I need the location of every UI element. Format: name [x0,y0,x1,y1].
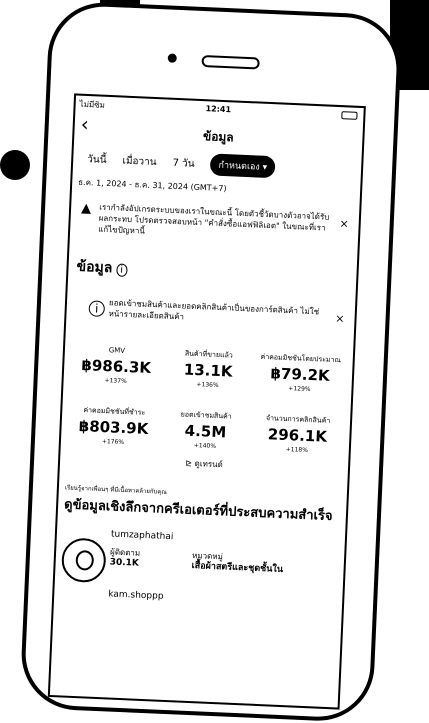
tab-custom[interactable]: กำหนดเอง ▾ [210,153,276,179]
creator-name: tumzaphathai [110,529,174,543]
metric-paid-commission[interactable]: ค่าคอมมิชชันที่ชำระ ฿803.9K +176% [67,396,161,447]
creator-next-name[interactable]: kam.shoppp [108,589,342,609]
metric-change: +137% [104,377,127,385]
metric-label: ค่าคอมมิชชันที่ชำระ [83,406,146,417]
info-banner: i ยอดเข้าชมสินค้าและยอดคลิกสินค้าเป็นของ… [74,296,347,330]
metric-value: 13.1K [183,360,233,381]
avatar [60,537,107,584]
warning-text: เรากำลังอัปเกรดระบบของเราในขณะนี้ โดยตัว… [98,202,330,236]
metric-label: ค่าคอมมิชชันโดยประมาณ [260,352,342,365]
close-icon[interactable]: × [339,217,349,230]
metric-product-views[interactable]: ยอดเข้าชมสินค้า 4.5M +140% [159,401,253,452]
battery-icon [341,111,358,120]
metric-value: 4.5M [184,421,227,442]
view-trend-link[interactable]: ⊵ ดูเทรนด์ [60,451,348,477]
metric-gmv[interactable]: GMV ฿986.3K +137% [70,336,164,387]
metric-est-commission[interactable]: ค่าคอมมิชชันโดยประมาณ ฿79.2K +129% [253,344,347,395]
trend-chart-icon: ⊵ [185,458,193,468]
info-circle-icon: i [88,300,106,317]
carrier-label: ไม่มีซิม [79,99,106,110]
phone-body: ไม่มีซิม 12:41 ‹ ข้อมูล วันนี้ เมื่อวาน … [19,0,403,723]
tab-today[interactable]: วันนี้ [87,152,107,168]
creator-card[interactable]: tumzaphathai ผู้ติดตาม 30.1K หมวดหมู่ เส… [60,527,345,591]
metric-change: +136% [196,381,219,390]
warning-icon: ▲ [80,200,92,217]
clock: 12:41 [205,104,232,115]
avatar-face-icon [75,549,95,571]
info-text: ยอดเข้าชมสินค้าและยอดคลิกสินค้าเป็นของกา… [108,298,320,322]
warning-banner: ▲ เรากำลังอัปเกรดระบบของเราในขณะนี้ โดยต… [78,201,351,246]
info-icon[interactable]: i [115,263,128,277]
metric-change: +140% [193,441,217,450]
tab-7-days[interactable]: 7 วัน [172,155,195,171]
category-stat: หมวดหมู่ เสื้อผ้าสตรีและชุดชั้นใน [191,551,283,575]
metric-label: GMV [108,346,126,355]
metric-change: +118% [285,446,309,454]
metric-label: สินค้าที่ขายแล้ว [184,349,233,360]
tab-yesterday[interactable]: เมื่อวาน [122,153,157,169]
followers-stat: ผู้ติดตาม 30.1K [109,547,140,568]
tab-custom-label: กำหนดเอง [218,160,260,173]
metric-label: ยอดเข้าชมสินค้า [180,410,232,421]
metric-product-clicks[interactable]: จำนวนการคลิกสินค้า 296.1K +118% [251,405,345,456]
section-title: ข้อมูล i [76,256,357,290]
metric-items-sold[interactable]: สินค้าที่ขายแล้ว 13.1K +136% [161,340,255,391]
metric-label: จำนวนการคลิกสินค้า [265,414,331,425]
metric-value: ฿79.2K [270,364,330,385]
metric-value: 296.1K [267,425,328,446]
metric-value: ฿986.3K [81,356,152,378]
earpiece-speaker [201,54,260,70]
background-object-left [0,150,30,180]
chevron-down-icon: ▾ [262,162,268,173]
metric-change: +176% [101,437,125,446]
section-title-text: ข้อมูล [76,258,113,277]
close-icon[interactable]: × [335,312,345,325]
view-trend-label: ดูเทรนด์ [194,459,223,470]
front-camera [167,53,177,63]
phone-screen: ไม่มีซิม 12:41 ‹ ข้อมูล วันนี้ เมื่อวาน … [47,93,366,710]
followers-value: 30.1K [109,557,140,569]
metric-value: ฿803.9K [78,416,149,438]
metric-change: +129% [288,385,311,394]
metrics-grid: GMV ฿986.3K +137% สินค้าที่ขายแล้ว 13.1K… [67,336,347,456]
